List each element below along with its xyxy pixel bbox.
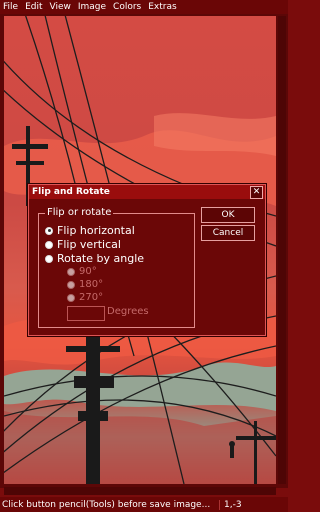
option-angle-270[interactable]: 270°: [67, 292, 103, 303]
menu-extras[interactable]: Extras: [148, 2, 176, 12]
dialog-title: Flip and Rotate: [32, 187, 110, 197]
cancel-button[interactable]: Cancel: [201, 225, 255, 241]
horizontal-scrollbar[interactable]: [4, 487, 276, 495]
status-bar: Click button pencil(Tools) before save i…: [0, 497, 288, 512]
menu-colors[interactable]: Colors: [113, 2, 141, 12]
option-flip-vertical[interactable]: Flip vertical: [45, 238, 121, 251]
cursor-coordinates: 1,-3: [224, 499, 242, 510]
degrees-label: Degrees: [107, 306, 149, 317]
option-label: 90°: [79, 266, 97, 277]
radio-icon[interactable]: [67, 280, 75, 289]
dialog-titlebar: Flip and Rotate ✕: [29, 185, 265, 199]
menu-view[interactable]: View: [50, 2, 71, 12]
radio-icon[interactable]: [45, 240, 53, 249]
group-label: Flip or rotate: [45, 207, 114, 218]
menu-edit[interactable]: Edit: [25, 2, 42, 12]
radio-icon[interactable]: [67, 267, 75, 276]
option-angle-90[interactable]: 90°: [67, 266, 97, 277]
option-flip-horizontal[interactable]: Flip horizontal: [45, 224, 135, 237]
radio-icon[interactable]: [45, 254, 53, 263]
option-angle-180[interactable]: 180°: [67, 279, 103, 290]
menu-image[interactable]: Image: [78, 2, 106, 12]
menu-bar: File Edit View Image Colors Extras: [0, 0, 288, 14]
status-message: Click button pencil(Tools) before save i…: [0, 499, 220, 510]
option-label: Rotate by angle: [57, 252, 145, 265]
option-label: Flip horizontal: [57, 224, 135, 237]
option-rotate-by-angle[interactable]: Rotate by angle: [45, 252, 144, 265]
radio-icon[interactable]: [67, 293, 75, 302]
option-label: 270°: [79, 292, 104, 303]
option-label: Flip vertical: [57, 238, 121, 251]
option-label: 180°: [79, 279, 104, 290]
flip-rotate-dialog: Flip and Rotate ✕ Flip or rotate Flip ho…: [28, 184, 266, 336]
vertical-scrollbar[interactable]: [278, 16, 286, 484]
degrees-input[interactable]: [67, 306, 105, 321]
radio-icon[interactable]: [45, 226, 53, 235]
close-icon[interactable]: ✕: [250, 186, 263, 199]
menu-file[interactable]: File: [3, 2, 18, 12]
ok-button[interactable]: OK: [201, 207, 255, 223]
flip-rotate-group: Flip or rotate Flip horizontal Flip vert…: [38, 207, 195, 328]
